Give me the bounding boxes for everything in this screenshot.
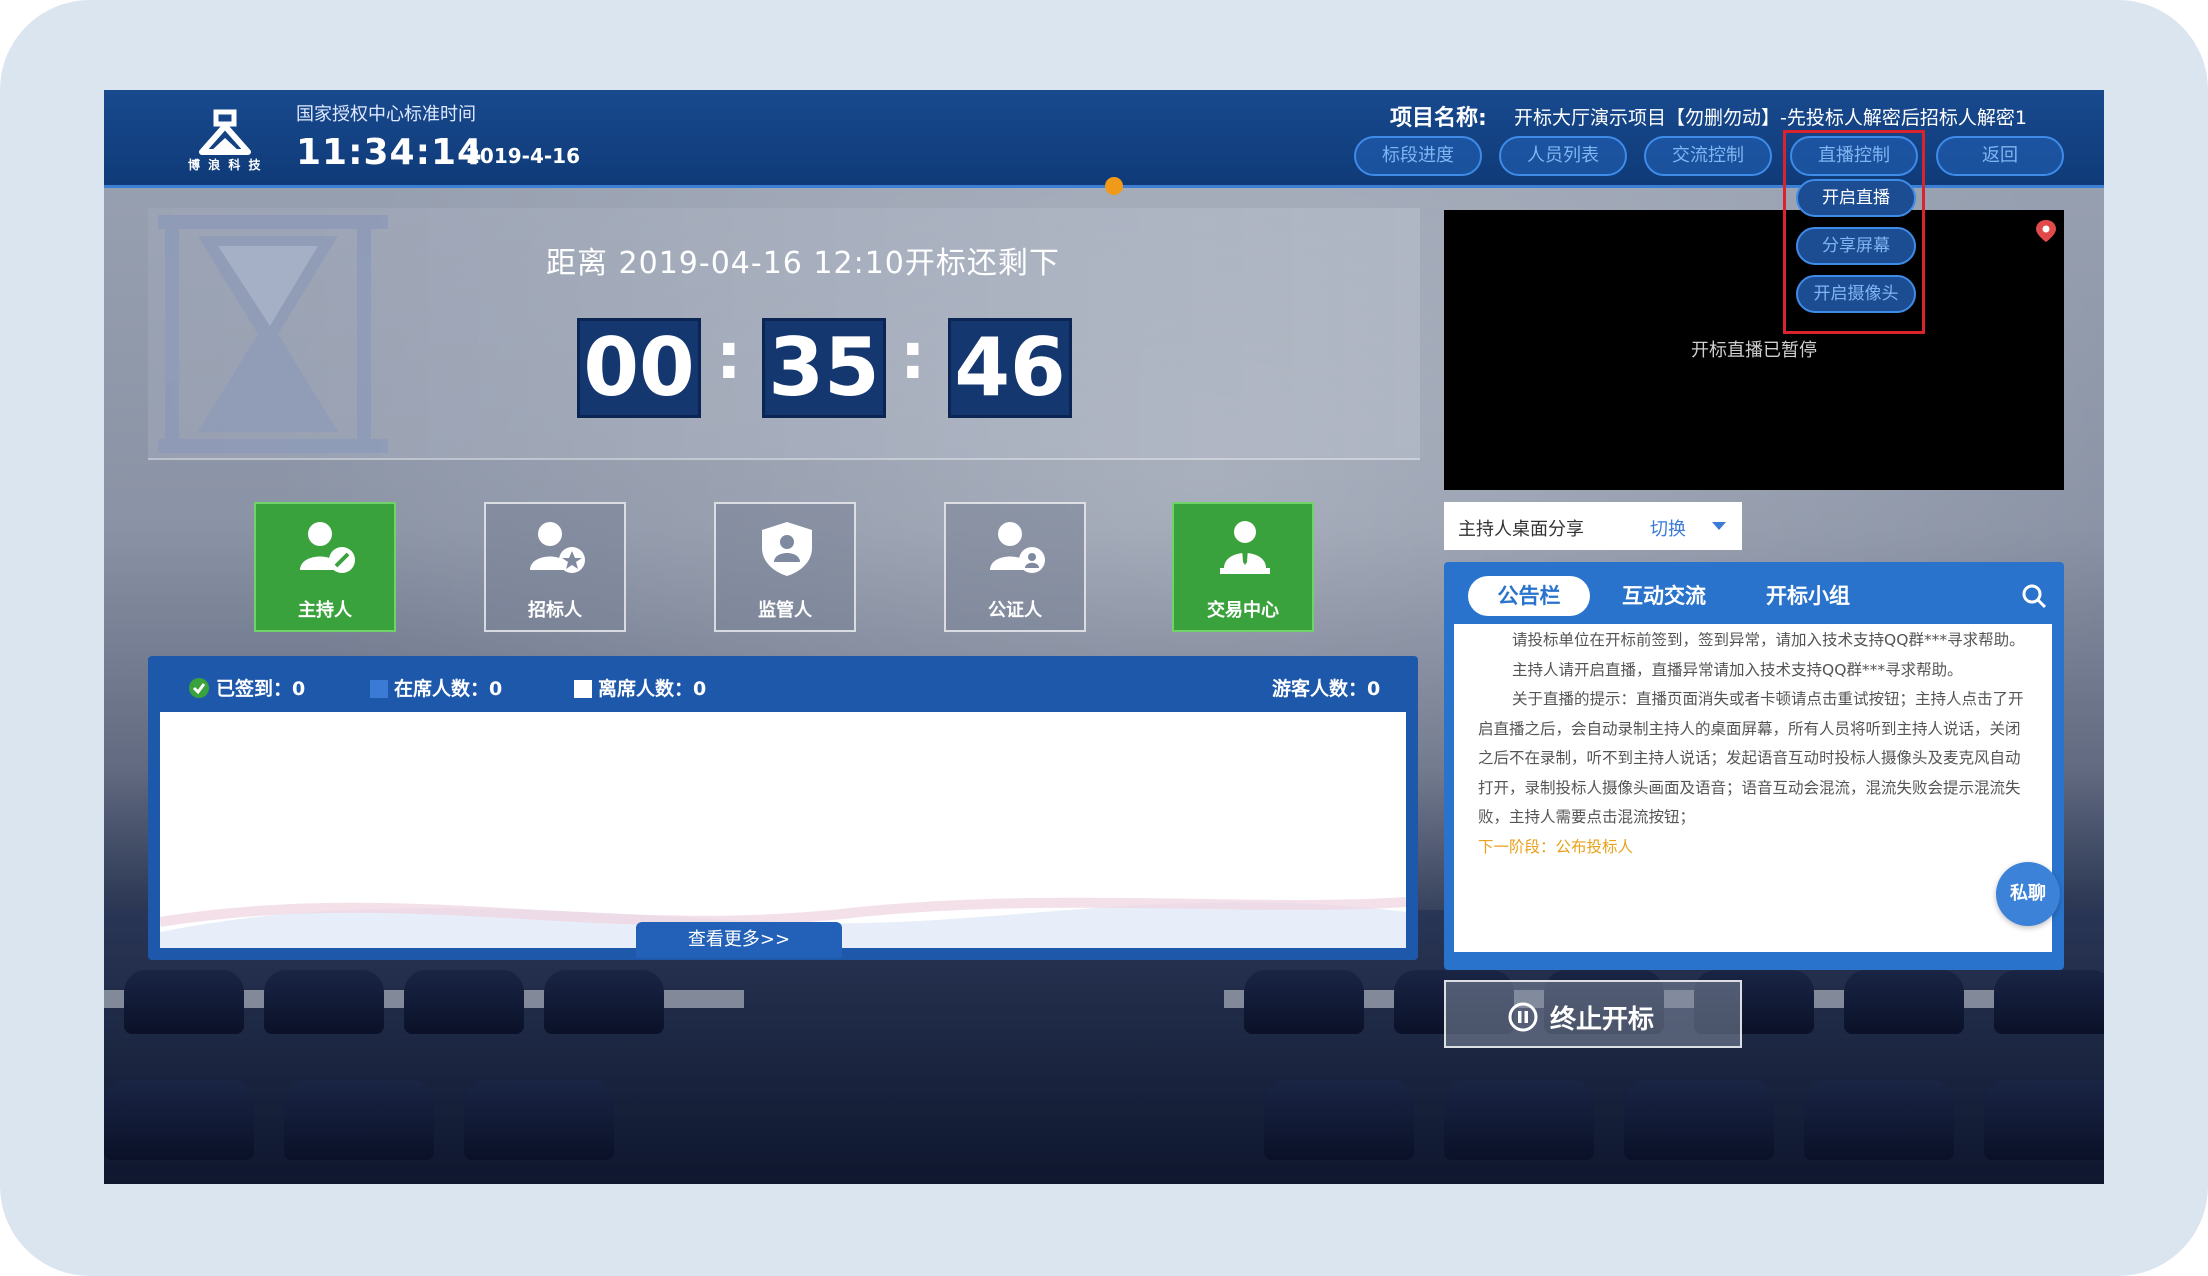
role-tile-host[interactable]: 主持人 bbox=[254, 502, 396, 632]
visitor-count: 游客人数：0 bbox=[1272, 678, 1381, 700]
project-label: 项目名称: bbox=[1390, 106, 1487, 131]
indicator-dot bbox=[1105, 177, 1123, 195]
absent-count: 离席人数：0 bbox=[574, 674, 706, 701]
checkmark-icon bbox=[189, 678, 209, 698]
start-live-button[interactable]: 开启直播 bbox=[1796, 179, 1916, 217]
nav-back-button[interactable]: 返回 bbox=[1936, 136, 2064, 176]
app-screen: 博 浪 科 技 国家授权中心标准时间 11:34:14 2019-4-16 项目… bbox=[104, 90, 2104, 1184]
video-status-text: 开标直播已暂停 bbox=[1691, 340, 1817, 361]
bg-seats bbox=[104, 970, 2104, 1040]
nav-section-progress-button[interactable]: 标段进度 bbox=[1354, 136, 1482, 176]
notary-icon bbox=[990, 522, 1045, 573]
present-square-icon bbox=[370, 680, 388, 698]
role-label: 招标人 bbox=[528, 600, 582, 621]
nav-personnel-list-button[interactable]: 人员列表 bbox=[1499, 136, 1627, 176]
standard-clock: 11:34:14 bbox=[296, 132, 484, 173]
live-video-player[interactable]: 开标直播已暂停 bbox=[1444, 210, 2064, 490]
share-label: 主持人桌面分享 bbox=[1458, 519, 1584, 540]
notice-paragraph: 请投标单位在开标前签到，签到异常，请加入技术支持QQ群***寻求帮助。 bbox=[1512, 631, 2025, 649]
hourglass-icon bbox=[158, 215, 388, 453]
role-tile-tenderer[interactable]: 招标人 bbox=[484, 502, 626, 632]
host-icon bbox=[300, 522, 355, 573]
countdown-minutes: 35 bbox=[762, 318, 886, 418]
present-count: 在席人数：0 bbox=[370, 674, 502, 701]
role-tile-supervisor[interactable]: 监管人 bbox=[714, 502, 856, 632]
notice-content: 请投标单位在开标前签到，签到异常，请加入技术支持QQ群***寻求帮助。 主持人请… bbox=[1454, 624, 2052, 952]
project-name: 开标大厅演示项目【勿删勿动】-先投标人解密后招标人解密1 bbox=[1514, 107, 2027, 129]
role-tile-notary[interactable]: 公证人 bbox=[944, 502, 1086, 632]
search-icon[interactable] bbox=[2020, 582, 2048, 610]
countdown-colon: : bbox=[900, 320, 926, 394]
countdown-title: 距离 2019-04-16 12:10开标还剩下 bbox=[546, 246, 1060, 281]
pause-icon bbox=[1508, 1002, 1538, 1032]
desktop-share-selector[interactable]: 主持人桌面分享 切换 bbox=[1444, 502, 1742, 550]
device-frame: 博 浪 科 技 国家授权中心标准时间 11:34:14 2019-4-16 项目… bbox=[0, 0, 2208, 1276]
stop-bid-opening-button[interactable]: 终止开标 bbox=[1444, 980, 1742, 1048]
bg-seats bbox=[104, 1080, 2104, 1160]
supervisor-icon bbox=[762, 522, 812, 576]
countdown-seconds: 46 bbox=[948, 318, 1072, 418]
tab-bulletin[interactable]: 公告栏 bbox=[1468, 576, 1590, 616]
tab-bid-group[interactable]: 开标小组 bbox=[1748, 576, 1868, 616]
role-label: 公证人 bbox=[988, 600, 1042, 621]
switch-link[interactable]: 切换 bbox=[1650, 515, 1686, 541]
countdown-panel: 距离 2019-04-16 12:10开标还剩下 00 : 35 : 46 bbox=[148, 208, 1420, 460]
wave-decoration-icon bbox=[160, 897, 1406, 948]
chevron-down-icon[interactable] bbox=[1712, 522, 1726, 530]
countdown-hours: 00 bbox=[577, 318, 701, 418]
role-label: 交易中心 bbox=[1207, 600, 1279, 621]
location-pin-icon bbox=[2036, 220, 2056, 242]
tenderer-icon bbox=[530, 522, 585, 573]
private-chat-button[interactable]: 私聊 bbox=[1996, 862, 2060, 926]
signed-count: 已签到：0 bbox=[188, 674, 305, 701]
share-screen-button[interactable]: 分享屏幕 bbox=[1796, 227, 1916, 265]
tab-interaction[interactable]: 互动交流 bbox=[1604, 576, 1724, 616]
time-caption: 国家授权中心标准时间 bbox=[296, 104, 476, 125]
logo-text: 博 浪 科 技 bbox=[188, 158, 263, 172]
nav-communication-control-button[interactable]: 交流控制 bbox=[1644, 136, 1772, 176]
absent-square-icon bbox=[574, 680, 592, 698]
role-tile-trading-center[interactable]: 交易中心 bbox=[1172, 502, 1314, 632]
view-more-button[interactable]: 查看更多>> bbox=[636, 922, 842, 958]
stop-button-label: 终止开标 bbox=[1550, 1005, 1655, 1035]
notice-paragraph: 主持人请开启直播，直播异常请加入技术支持QQ群***寻求帮助。 bbox=[1512, 660, 1963, 679]
countdown-colon: : bbox=[716, 320, 742, 394]
trading-center-icon bbox=[1220, 521, 1270, 574]
attendance-list bbox=[160, 712, 1406, 948]
attendance-panel: 已签到：0 在席人数：0 离席人数：0 游客人数：0 bbox=[148, 656, 1418, 960]
notice-panel: 公告栏 互动交流 开标小组 请投标单位在开标前签到，签到异常，请加入技术支持QQ… bbox=[1444, 562, 2064, 970]
attendance-header: 已签到：0 在席人数：0 离席人数：0 游客人数：0 bbox=[148, 656, 1418, 712]
current-date: 2019-4-16 bbox=[466, 144, 581, 168]
next-stage-text: 下一阶段：公布投标人 bbox=[1478, 837, 1634, 856]
notice-paragraph: 关于直播的提示：直播页面消失或者卡顿请点击重试按钮；主持人点击了开启直播之后，会… bbox=[1478, 690, 2024, 826]
live-control-dropdown: 开启直播 分享屏幕 开启摄像头 bbox=[1783, 130, 1925, 334]
role-label: 主持人 bbox=[298, 600, 352, 621]
open-camera-button[interactable]: 开启摄像头 bbox=[1796, 275, 1916, 313]
role-label: 监管人 bbox=[758, 600, 812, 621]
